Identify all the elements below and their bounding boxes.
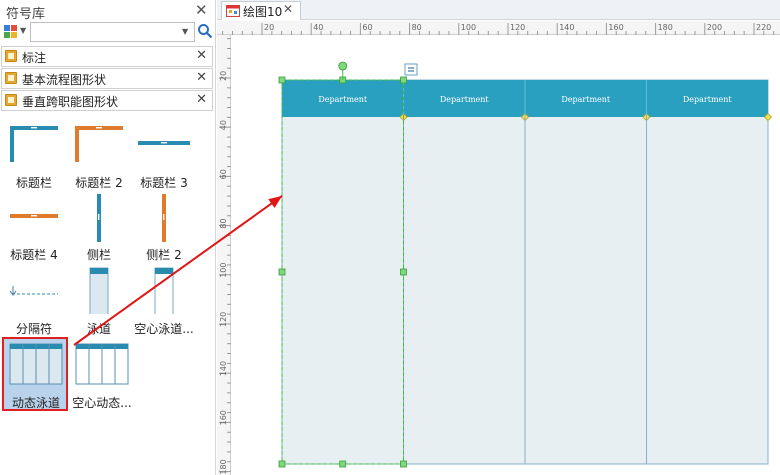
panel-close-button[interactable]: ✕ <box>195 1 208 19</box>
shape-label: 分隔符 <box>15 322 52 336</box>
ruler-label: 100 <box>461 23 476 32</box>
search-row: ▼ ▼ <box>4 22 214 42</box>
shape-title-bar-2[interactable]: 标题栏 2 <box>67 122 131 192</box>
ruler-label: 160 <box>219 410 228 425</box>
ruler-label: 20 <box>264 23 274 32</box>
shape-label: 标题栏 2 <box>75 176 123 190</box>
ruler-label: 160 <box>608 23 623 32</box>
ruler-label: 40 <box>219 120 228 130</box>
lane-header-label: Department <box>683 95 733 104</box>
shape-label: 标题栏 4 <box>10 248 58 262</box>
shape-sidebar[interactable]: 侧栏 <box>67 192 131 262</box>
selection-resize-handle[interactable] <box>339 460 347 468</box>
separator-thumbnail <box>9 286 58 296</box>
shape-label: 侧栏 2 <box>146 248 182 262</box>
hollow-swimlane-thumbnail <box>154 267 174 314</box>
swimlane-diagram: Department Department Department Department <box>278 61 773 468</box>
ruler-label: 60 <box>219 169 228 179</box>
library-label: 标注 <box>22 51 47 65</box>
library-close-icon[interactable]: ✕ <box>196 92 207 107</box>
ruler-label: 40 <box>313 23 323 32</box>
ruler-label: 140 <box>559 23 574 32</box>
shape-label: 侧栏 <box>86 248 111 262</box>
shape-label: 标题栏 3 <box>140 176 188 190</box>
library-label: 垂直跨职能图形状 <box>22 95 119 109</box>
lane-header-label: Department <box>440 95 490 104</box>
selection-resize-handle[interactable] <box>400 268 407 276</box>
shape-dynamic-swimlane[interactable]: 动态泳道 <box>4 338 68 410</box>
library-close-icon[interactable]: ✕ <box>196 48 207 63</box>
chevron-down-icon[interactable]: ▼ <box>20 26 26 35</box>
search-input[interactable] <box>30 22 195 42</box>
shape-label: 动态泳道 <box>11 396 60 410</box>
selection-resize-handle[interactable] <box>278 76 286 84</box>
library-vertical-cross-functional[interactable]: 垂直跨职能图形状 ✕ <box>1 90 213 111</box>
title-bar-4-thumbnail <box>10 214 58 218</box>
ruler-label: 60 <box>362 23 372 32</box>
ruler-label: 80 <box>219 218 228 228</box>
vertical-ruler: 20 40 60 80 100 120 140 160 180 <box>217 35 231 475</box>
tab-close-icon[interactable]: ✕ <box>283 2 293 16</box>
tab-drawing[interactable]: 绘图10 ✕ <box>221 1 301 20</box>
sidebar-thumbnail <box>97 194 101 242</box>
vertical-ruler-ticks: 20 40 60 80 100 120 140 160 180 <box>219 38 231 475</box>
selection-resize-handle[interactable] <box>400 76 407 84</box>
drawing-document-icon <box>226 5 240 17</box>
shape-hollow-swimlane[interactable]: 空心泳道... <box>132 264 196 336</box>
ruler-label: 180 <box>219 459 228 474</box>
ruler-label: 200 <box>707 23 722 32</box>
rotation-handle[interactable] <box>338 61 348 71</box>
library-basic-flowchart[interactable]: 基本流程图形状 ✕ <box>1 68 213 89</box>
title-bar-3-thumbnail <box>138 141 190 145</box>
ruler-label: 220 <box>756 23 771 32</box>
shape-label: 空心泳道... <box>134 322 194 336</box>
horizontal-ruler-ticks: 20 40 60 80 100 120 140 160 180 200 220 <box>222 23 775 35</box>
selection-resize-handle[interactable] <box>400 460 407 468</box>
panel-title: 符号库 <box>6 7 46 22</box>
ruler-label: 120 <box>510 23 525 32</box>
library-callout[interactable]: 标注 ✕ <box>1 46 213 67</box>
swimlane-thumbnail <box>89 267 109 314</box>
shape-sidebar-2[interactable]: 侧栏 2 <box>132 192 196 262</box>
shape-title-bar[interactable]: 标题栏 <box>2 122 66 192</box>
drawing-canvas[interactable]: Department Department Department Department <box>232 36 780 475</box>
lane-header-label: Department <box>318 95 368 104</box>
shape-title-bar-4[interactable]: 标题栏 4 <box>2 192 66 262</box>
shape-hollow-dynamic-swimlane[interactable]: 空心动态... <box>70 338 134 410</box>
search-icon[interactable] <box>197 23 213 39</box>
ruler-label: 20 <box>219 71 228 81</box>
library-close-icon[interactable]: ✕ <box>196 70 207 85</box>
shape-label: 泳道 <box>86 322 111 336</box>
shape-title-bar-3[interactable]: 标题栏 3 <box>132 122 196 192</box>
selection-resize-handle[interactable] <box>278 460 286 468</box>
library-label: 基本流程图形状 <box>22 73 107 87</box>
document-tab-bar: 绘图10 ✕ <box>217 0 780 20</box>
dynamic-swimlane-thumbnail <box>9 343 63 385</box>
tab-label: 绘图10 <box>243 5 283 19</box>
library-folder-icon <box>5 72 17 84</box>
shape-action-icon[interactable] <box>404 63 418 76</box>
selection-resize-handle[interactable] <box>278 268 286 276</box>
shape-separator[interactable]: 分隔符 <box>2 264 66 336</box>
title-bar-2-thumbnail <box>75 126 123 162</box>
search-dropdown-chevron-icon[interactable]: ▼ <box>182 27 188 36</box>
ruler-label: 140 <box>219 361 228 376</box>
hollow-dynamic-swimlane-thumbnail <box>75 343 129 385</box>
title-bar-thumbnail <box>10 126 58 162</box>
shape-label: 空心动态... <box>72 396 132 410</box>
lane-header-label: Department <box>561 95 611 104</box>
ruler-label: 120 <box>219 312 228 327</box>
library-grid-icon[interactable] <box>4 25 18 39</box>
symbol-library-panel: 符号库 ✕ ▼ ▼ 标注 ✕ 基本流程图形状 ✕ 垂直跨职能图形状 ✕ 标题栏 … <box>0 0 216 475</box>
library-folder-icon <box>5 50 17 62</box>
ruler-label: 80 <box>412 23 422 32</box>
shape-swimlane[interactable]: 泳道 <box>67 264 131 336</box>
horizontal-ruler: 20 40 60 80 100 120 140 160 180 200 220 <box>217 21 780 35</box>
sidebar-2-thumbnail <box>162 194 166 242</box>
shape-label: 标题栏 <box>15 176 52 190</box>
ruler-label: 100 <box>219 263 228 278</box>
ruler-label: 180 <box>658 23 673 32</box>
library-folder-icon <box>5 94 17 106</box>
